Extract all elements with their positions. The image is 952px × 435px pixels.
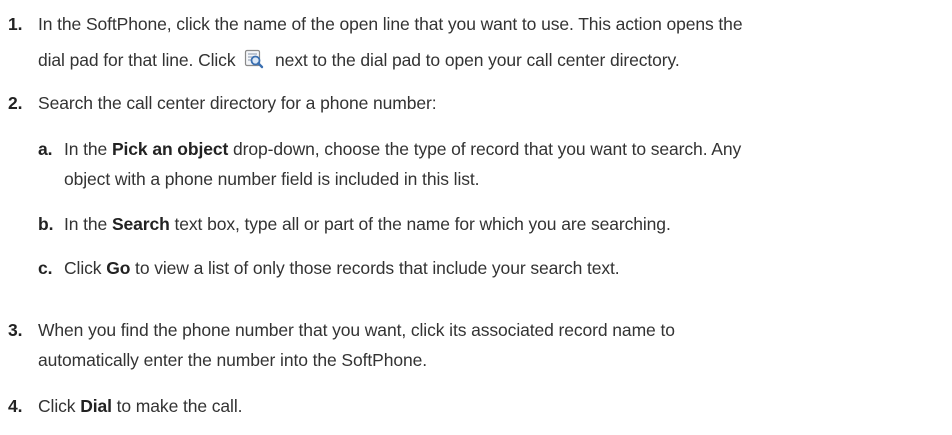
ui-term-search: Search bbox=[111, 214, 170, 234]
ui-term-pick-an-object: Pick an object bbox=[111, 139, 229, 159]
substep-a-line-1: In the Pick an object drop-down, choose … bbox=[64, 134, 938, 164]
substep-c-line: Click Go to view a list of only those re… bbox=[64, 253, 938, 283]
substep-letter: b. bbox=[38, 214, 54, 234]
step-1-line-1: In the SoftPhone, click the name of the … bbox=[38, 14, 743, 34]
text: drop-down, choose the type of record tha… bbox=[228, 139, 742, 159]
step-4-line: Click Dial to make the call. bbox=[38, 391, 946, 421]
step-number: 3. bbox=[8, 320, 23, 340]
substep-text: Click Go to view a list of only those re… bbox=[64, 253, 938, 283]
substep-letter: c. bbox=[38, 258, 53, 278]
substep-letter: a. bbox=[38, 139, 53, 159]
step-1-line-2: dial pad for that line. Click next to th… bbox=[38, 42, 946, 81]
step-text: Click Dial to make the call. bbox=[38, 391, 946, 421]
text: Click bbox=[38, 396, 81, 416]
directory-search-icon bbox=[244, 45, 264, 81]
text: Click bbox=[64, 258, 107, 278]
step-text: When you find the phone number that you … bbox=[38, 315, 946, 375]
step-text: Search the call center directory for a p… bbox=[38, 88, 946, 118]
text: to make the call. bbox=[111, 396, 243, 416]
text: to view a list of only those records tha… bbox=[130, 258, 620, 278]
instructions-document: 1. In the SoftPhone, click the name of t… bbox=[0, 0, 952, 435]
ui-term-dial: Dial bbox=[80, 396, 112, 416]
ui-term-go: Go bbox=[106, 258, 131, 278]
text: text box, type all or part of the name f… bbox=[169, 214, 671, 234]
step-3-line-1: When you find the phone number that you … bbox=[38, 320, 675, 340]
substep-text: In the Search text box, type all or part… bbox=[64, 209, 938, 239]
step-text: In the SoftPhone, click the name of the … bbox=[38, 6, 946, 81]
substep-text: In the Pick an object drop-down, choose … bbox=[64, 134, 938, 194]
step-number: 2. bbox=[8, 93, 23, 113]
text: In the bbox=[64, 139, 112, 159]
step-2-line: Search the call center directory for a p… bbox=[38, 93, 437, 113]
step-3-line-2: automatically enter the number into the … bbox=[38, 350, 427, 370]
substep-a-line-2: object with a phone number field is incl… bbox=[64, 169, 480, 189]
step-number: 4. bbox=[8, 396, 23, 416]
step-1-text-before-icon: dial pad for that line. Click bbox=[38, 50, 236, 70]
substep-b-line: In the Search text box, type all or part… bbox=[64, 209, 938, 239]
text: In the bbox=[64, 214, 112, 234]
step-1-text-after-icon: next to the dial pad to open your call c… bbox=[275, 50, 680, 70]
step-number: 1. bbox=[8, 14, 23, 34]
